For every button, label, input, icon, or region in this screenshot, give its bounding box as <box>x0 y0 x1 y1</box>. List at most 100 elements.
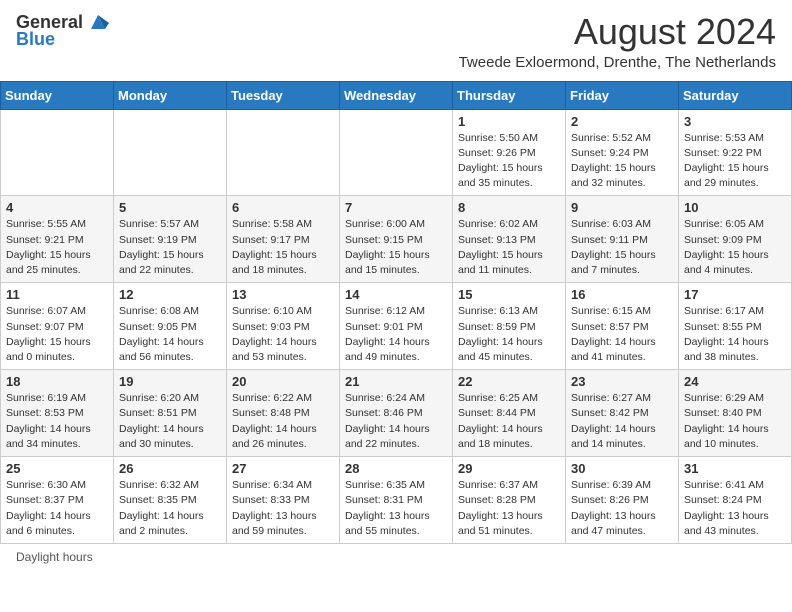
day-number: 14 <box>345 287 447 302</box>
day-info: Sunrise: 6:41 AMSunset: 8:24 PMDaylight:… <box>684 479 769 537</box>
day-number: 30 <box>571 461 673 476</box>
day-number: 4 <box>6 200 108 215</box>
calendar-cell: 19 Sunrise: 6:20 AMSunset: 8:51 PMDaylig… <box>114 370 227 457</box>
calendar-cell <box>227 109 340 196</box>
day-number: 7 <box>345 200 447 215</box>
day-info: Sunrise: 6:34 AMSunset: 8:33 PMDaylight:… <box>232 479 317 537</box>
calendar-cell: 29 Sunrise: 6:37 AMSunset: 8:28 PMDaylig… <box>453 457 566 544</box>
legend: Daylight hours <box>0 544 792 570</box>
day-number: 19 <box>119 374 221 389</box>
day-number: 11 <box>6 287 108 302</box>
calendar-header-thursday: Thursday <box>453 81 566 109</box>
day-info: Sunrise: 6:13 AMSunset: 8:59 PMDaylight:… <box>458 305 543 363</box>
calendar-cell: 1 Sunrise: 5:50 AMSunset: 9:26 PMDayligh… <box>453 109 566 196</box>
day-info: Sunrise: 6:08 AMSunset: 9:05 PMDaylight:… <box>119 305 204 363</box>
day-number: 12 <box>119 287 221 302</box>
daylight-hours-label: Daylight hours <box>16 550 93 564</box>
day-number: 27 <box>232 461 334 476</box>
day-number: 2 <box>571 114 673 129</box>
calendar-cell: 12 Sunrise: 6:08 AMSunset: 9:05 PMDaylig… <box>114 283 227 370</box>
day-info: Sunrise: 6:24 AMSunset: 8:46 PMDaylight:… <box>345 392 430 450</box>
calendar-week-row: 1 Sunrise: 5:50 AMSunset: 9:26 PMDayligh… <box>1 109 792 196</box>
day-number: 31 <box>684 461 786 476</box>
calendar-cell <box>114 109 227 196</box>
day-number: 18 <box>6 374 108 389</box>
calendar-cell: 8 Sunrise: 6:02 AMSunset: 9:13 PMDayligh… <box>453 196 566 283</box>
calendar-cell: 9 Sunrise: 6:03 AMSunset: 9:11 PMDayligh… <box>566 196 679 283</box>
calendar-cell: 24 Sunrise: 6:29 AMSunset: 8:40 PMDaylig… <box>679 370 792 457</box>
calendar-header-sunday: Sunday <box>1 81 114 109</box>
calendar-cell: 3 Sunrise: 5:53 AMSunset: 9:22 PMDayligh… <box>679 109 792 196</box>
calendar-cell: 15 Sunrise: 6:13 AMSunset: 8:59 PMDaylig… <box>453 283 566 370</box>
day-info: Sunrise: 6:39 AMSunset: 8:26 PMDaylight:… <box>571 479 656 537</box>
calendar-cell: 23 Sunrise: 6:27 AMSunset: 8:42 PMDaylig… <box>566 370 679 457</box>
day-number: 10 <box>684 200 786 215</box>
day-info: Sunrise: 6:30 AMSunset: 8:37 PMDaylight:… <box>6 479 91 537</box>
calendar-header-wednesday: Wednesday <box>340 81 453 109</box>
calendar-week-row: 18 Sunrise: 6:19 AMSunset: 8:53 PMDaylig… <box>1 370 792 457</box>
calendar-cell: 7 Sunrise: 6:00 AMSunset: 9:15 PMDayligh… <box>340 196 453 283</box>
calendar-cell: 10 Sunrise: 6:05 AMSunset: 9:09 PMDaylig… <box>679 196 792 283</box>
calendar-cell: 4 Sunrise: 5:55 AMSunset: 9:21 PMDayligh… <box>1 196 114 283</box>
calendar-cell: 17 Sunrise: 6:17 AMSunset: 8:55 PMDaylig… <box>679 283 792 370</box>
calendar-cell: 2 Sunrise: 5:52 AMSunset: 9:24 PMDayligh… <box>566 109 679 196</box>
day-number: 16 <box>571 287 673 302</box>
logo: General Blue <box>16 12 109 50</box>
calendar-cell: 5 Sunrise: 5:57 AMSunset: 9:19 PMDayligh… <box>114 196 227 283</box>
calendar-cell: 27 Sunrise: 6:34 AMSunset: 8:33 PMDaylig… <box>227 457 340 544</box>
day-info: Sunrise: 5:57 AMSunset: 9:19 PMDaylight:… <box>119 218 204 276</box>
logo-icon <box>87 11 109 33</box>
day-number: 1 <box>458 114 560 129</box>
calendar-cell: 31 Sunrise: 6:41 AMSunset: 8:24 PMDaylig… <box>679 457 792 544</box>
day-info: Sunrise: 6:35 AMSunset: 8:31 PMDaylight:… <box>345 479 430 537</box>
day-info: Sunrise: 6:25 AMSunset: 8:44 PMDaylight:… <box>458 392 543 450</box>
day-info: Sunrise: 6:19 AMSunset: 8:53 PMDaylight:… <box>6 392 91 450</box>
calendar-header-saturday: Saturday <box>679 81 792 109</box>
day-info: Sunrise: 5:50 AMSunset: 9:26 PMDaylight:… <box>458 132 543 190</box>
day-number: 22 <box>458 374 560 389</box>
day-number: 15 <box>458 287 560 302</box>
calendar-cell: 21 Sunrise: 6:24 AMSunset: 8:46 PMDaylig… <box>340 370 453 457</box>
calendar-table: SundayMondayTuesdayWednesdayThursdayFrid… <box>0 81 792 544</box>
calendar-cell: 30 Sunrise: 6:39 AMSunset: 8:26 PMDaylig… <box>566 457 679 544</box>
day-info: Sunrise: 5:55 AMSunset: 9:21 PMDaylight:… <box>6 218 91 276</box>
calendar-cell: 14 Sunrise: 6:12 AMSunset: 9:01 PMDaylig… <box>340 283 453 370</box>
day-number: 24 <box>684 374 786 389</box>
day-number: 13 <box>232 287 334 302</box>
calendar-cell: 20 Sunrise: 6:22 AMSunset: 8:48 PMDaylig… <box>227 370 340 457</box>
calendar-cell: 22 Sunrise: 6:25 AMSunset: 8:44 PMDaylig… <box>453 370 566 457</box>
calendar-cell: 6 Sunrise: 5:58 AMSunset: 9:17 PMDayligh… <box>227 196 340 283</box>
day-info: Sunrise: 6:20 AMSunset: 8:51 PMDaylight:… <box>119 392 204 450</box>
day-info: Sunrise: 6:12 AMSunset: 9:01 PMDaylight:… <box>345 305 430 363</box>
day-info: Sunrise: 6:03 AMSunset: 9:11 PMDaylight:… <box>571 218 656 276</box>
calendar-header-tuesday: Tuesday <box>227 81 340 109</box>
day-info: Sunrise: 5:52 AMSunset: 9:24 PMDaylight:… <box>571 132 656 190</box>
day-info: Sunrise: 6:07 AMSunset: 9:07 PMDaylight:… <box>6 305 91 363</box>
calendar-week-row: 25 Sunrise: 6:30 AMSunset: 8:37 PMDaylig… <box>1 457 792 544</box>
day-info: Sunrise: 6:37 AMSunset: 8:28 PMDaylight:… <box>458 479 543 537</box>
day-info: Sunrise: 6:02 AMSunset: 9:13 PMDaylight:… <box>458 218 543 276</box>
logo-text-blue: Blue <box>16 29 55 50</box>
day-number: 26 <box>119 461 221 476</box>
subtitle: Tweede Exloermond, Drenthe, The Netherla… <box>109 54 776 71</box>
day-info: Sunrise: 6:15 AMSunset: 8:57 PMDaylight:… <box>571 305 656 363</box>
day-number: 6 <box>232 200 334 215</box>
calendar-cell <box>340 109 453 196</box>
day-number: 3 <box>684 114 786 129</box>
day-info: Sunrise: 6:32 AMSunset: 8:35 PMDaylight:… <box>119 479 204 537</box>
day-number: 17 <box>684 287 786 302</box>
calendar-cell: 18 Sunrise: 6:19 AMSunset: 8:53 PMDaylig… <box>1 370 114 457</box>
day-number: 21 <box>345 374 447 389</box>
day-info: Sunrise: 6:22 AMSunset: 8:48 PMDaylight:… <box>232 392 317 450</box>
calendar-cell: 16 Sunrise: 6:15 AMSunset: 8:57 PMDaylig… <box>566 283 679 370</box>
calendar-week-row: 11 Sunrise: 6:07 AMSunset: 9:07 PMDaylig… <box>1 283 792 370</box>
calendar-cell: 26 Sunrise: 6:32 AMSunset: 8:35 PMDaylig… <box>114 457 227 544</box>
day-number: 20 <box>232 374 334 389</box>
calendar-header-monday: Monday <box>114 81 227 109</box>
page-header: General Blue August 2024 Tweede Exloermo… <box>0 0 792 75</box>
title-block: August 2024 Tweede Exloermond, Drenthe, … <box>109 12 776 71</box>
day-info: Sunrise: 6:10 AMSunset: 9:03 PMDaylight:… <box>232 305 317 363</box>
calendar-cell: 28 Sunrise: 6:35 AMSunset: 8:31 PMDaylig… <box>340 457 453 544</box>
day-number: 5 <box>119 200 221 215</box>
day-info: Sunrise: 6:00 AMSunset: 9:15 PMDaylight:… <box>345 218 430 276</box>
